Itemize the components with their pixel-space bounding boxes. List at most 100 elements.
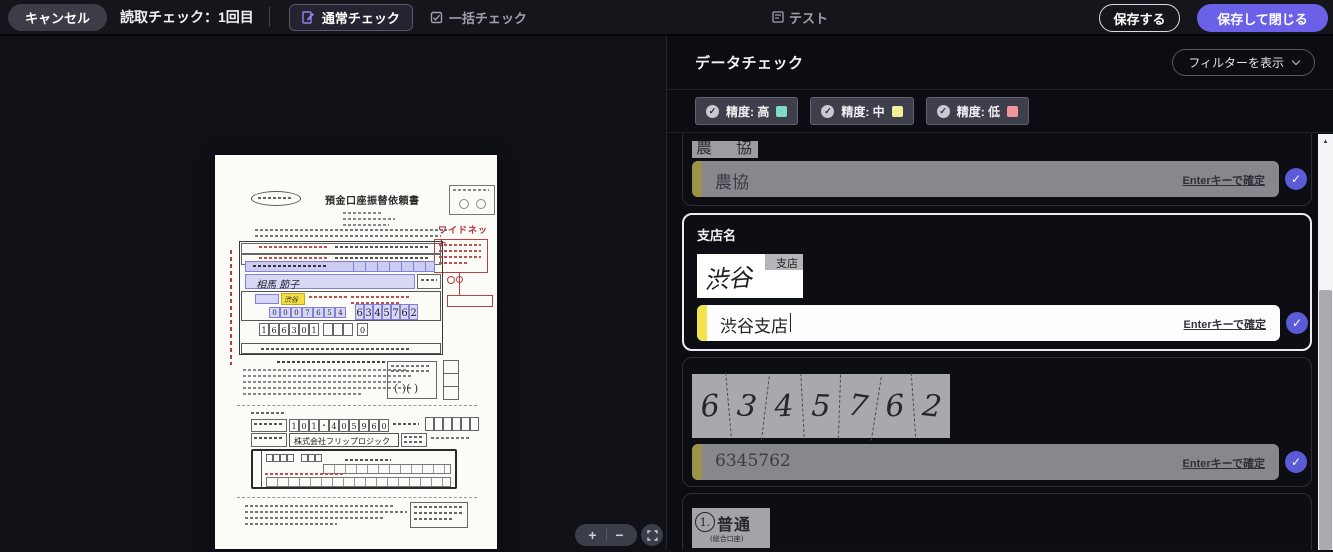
doc-seal-mark (447, 276, 455, 284)
doc-text-line (265, 473, 345, 475)
scrollbar-thumb[interactable] (1319, 290, 1332, 550)
accuracy-accent-bar (692, 161, 702, 197)
doc-dashed-divider (237, 405, 477, 406)
doc-name-handwriting: 相馬 節子 (256, 280, 300, 291)
doc-bank-code-cells: 166301 (259, 323, 319, 336)
doc-digit-cell: 1 (309, 323, 319, 336)
save-button[interactable]: 保存する (1099, 4, 1180, 32)
read-check-round-label: 読取チェック：1回目 (120, 9, 254, 25)
doc-text-line (343, 212, 381, 214)
account-number-input[interactable]: 6345762 Enterキーで確定 (692, 444, 1279, 480)
filter-label: 精度: 高 (726, 104, 770, 119)
doc-digit-cell: 5 (324, 307, 335, 318)
doc-text-line (309, 296, 347, 298)
doc-digit-cell (315, 454, 322, 462)
doc-empty-cells (323, 323, 353, 336)
doc-bank-cell (255, 294, 279, 304)
doc-digit-cell: 6 (269, 323, 279, 336)
doc-text-line (343, 224, 389, 226)
ocr-digit: 2 (920, 387, 944, 425)
doc-digit-cell: 0 (280, 307, 291, 318)
doc-branch-highlight-cell[interactable]: 渋谷 (281, 293, 305, 305)
fit-screen-button[interactable] (641, 524, 663, 546)
doc-text-line (393, 423, 419, 425)
doc-text-line (453, 189, 489, 191)
doc-digit-cell: 6 (279, 323, 289, 336)
accuracy-accent-bar (697, 305, 707, 341)
filter-accuracy-high[interactable]: ✓ 精度: 高 (695, 97, 799, 125)
enter-confirm-link[interactable]: Enterキーで確定 (1184, 316, 1266, 332)
doc-text-line (431, 437, 469, 439)
enter-confirm-link[interactable]: Enterキーで確定 (1183, 455, 1265, 471)
doc-digit-cell: 3 (364, 304, 373, 320)
doc-text-line (421, 279, 437, 281)
normal-check-button[interactable]: 通常チェック (288, 3, 413, 31)
ocr-circled-number: 1. (695, 512, 715, 532)
enter-confirm-link[interactable]: Enterキーで確定 (1183, 172, 1265, 188)
bank-name-input[interactable]: 農協 Enterキーで確定 (692, 161, 1279, 197)
zoom-out-button[interactable]: − (607, 525, 633, 545)
doc-text-line (335, 257, 430, 259)
text-caret (790, 313, 791, 332)
cancel-button[interactable]: キャンセル (8, 3, 108, 31)
doc-branch-code-cells: 0007654 (269, 307, 346, 318)
ocr-digit: 4 (764, 373, 805, 439)
scrollbar-up-arrow[interactable]: ▲ (1318, 134, 1333, 149)
doc-red-mark (456, 276, 463, 283)
filter-accuracy-medium[interactable]: ✓ 精度: 中 (810, 97, 914, 125)
save-and-close-button[interactable]: 保存して閉じる (1197, 4, 1328, 32)
confirmed-check-badge[interactable]: ✓ (1285, 168, 1307, 190)
checklist-icon (430, 11, 443, 23)
doc-side-column-box (443, 360, 459, 400)
doc-text-line (254, 437, 282, 439)
doc-digit-cell: 2 (409, 304, 418, 320)
doc-text-line (351, 302, 399, 304)
doc-digit-cell: 7 (391, 304, 400, 320)
filter-toggle-label: フィルターを表示 (1188, 56, 1284, 70)
doc-text-line (391, 370, 429, 372)
zoom-in-button[interactable]: + (580, 525, 606, 545)
doc-empty-cells (425, 417, 479, 431)
doc-digit-cell: 0 (291, 307, 302, 318)
branch-name-input[interactable]: 渋谷支店 Enterキーで確定 (697, 305, 1280, 341)
chevron-down-icon (1291, 56, 1301, 66)
doc-digit-cell (287, 454, 294, 462)
account-number-value: 6345762 (715, 451, 791, 471)
ocr-image-print-text: 支店 (776, 257, 798, 270)
bank-ocr-image: 農 協 (692, 141, 758, 158)
data-check-panel: データチェック フィルターを表示 ✓ 精度: 高 ✓ 精度: 中 ✓ 精度: 低… (666, 36, 1333, 550)
doc-branch-handwriting: 渋谷 (284, 296, 298, 304)
doc-text-line (404, 436, 424, 438)
doc-digit-cell (470, 417, 479, 431)
doc-digit-cell: 6 (400, 304, 409, 320)
filter-accuracy-low[interactable]: ✓ 精度: 低 (925, 97, 1030, 125)
doc-digit-cell: ・ (319, 419, 329, 432)
doc-text-line (245, 511, 407, 513)
doc-text-line (343, 218, 395, 220)
doc-title: 預金口座振替依頼書 (325, 196, 420, 207)
field-card-branch: 支店名 支店 渋谷 渋谷支店 Enterキーで確定 ✓ (682, 213, 1312, 351)
doc-digit-cell: 6 (355, 304, 364, 320)
doc-text-line (259, 246, 329, 248)
confirmed-check-badge[interactable]: ✓ (1286, 312, 1308, 334)
filter-toggle-button[interactable]: フィルターを表示 (1172, 49, 1315, 76)
doc-text-line (243, 393, 363, 395)
doc-account-digit-cells: 6345762 (355, 304, 418, 320)
batch-check-button[interactable]: 一括チェック (430, 8, 527, 27)
accuracy-color-swatch (1007, 105, 1019, 117)
accuracy-filter-row: ✓ 精度: 高 ✓ 精度: 中 ✓ 精度: 低 (667, 90, 1333, 133)
field-card-account: 6 3 4 5 7 6 2 6345762 Enterキーで確定 ✓ (682, 357, 1312, 487)
doc-digit-cell: 4 (373, 304, 382, 320)
zoom-control: + − (575, 524, 637, 546)
doc-digit-cell: 0 (299, 323, 309, 336)
doc-text-line (439, 256, 481, 258)
branch-ocr-image: 支店 渋谷 (697, 254, 803, 298)
field-card-account-type: 1. 普通 (総合口座) (682, 493, 1312, 550)
confirmed-check-badge[interactable]: ✓ (1285, 451, 1307, 473)
doc-digit-cell (461, 417, 470, 431)
doc-digit-cell: 4 (329, 419, 339, 432)
doc-text-line (404, 441, 424, 443)
document-preview[interactable]: 預金口座振替依頼書 ワイドネット (215, 155, 497, 549)
doc-text-line (414, 512, 462, 514)
doc-text-line (391, 365, 429, 367)
